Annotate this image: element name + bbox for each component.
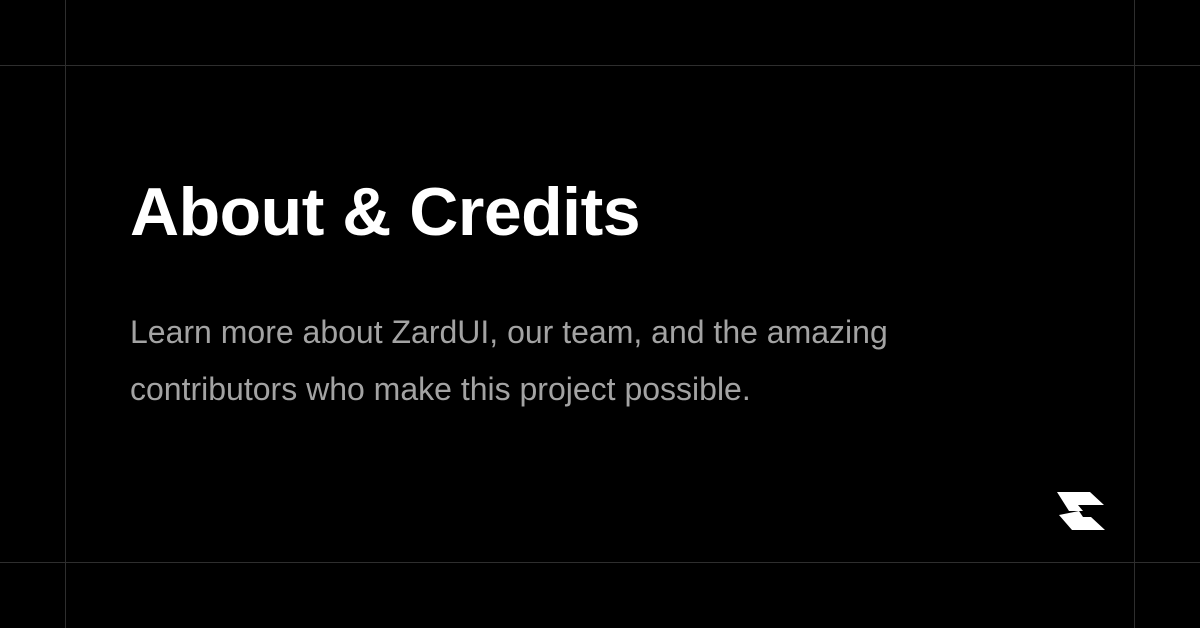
og-card: About & Credits Learn more about ZardUI,… — [0, 0, 1200, 628]
grid-line-top — [0, 65, 1200, 66]
page-title: About & Credits — [130, 174, 641, 250]
grid-line-bottom — [0, 562, 1200, 563]
grid-line-right — [1134, 0, 1135, 628]
zardui-logo-icon — [1056, 491, 1106, 531]
grid-line-left — [65, 0, 66, 628]
page-description: Learn more about ZardUI, our team, and t… — [130, 314, 888, 407]
